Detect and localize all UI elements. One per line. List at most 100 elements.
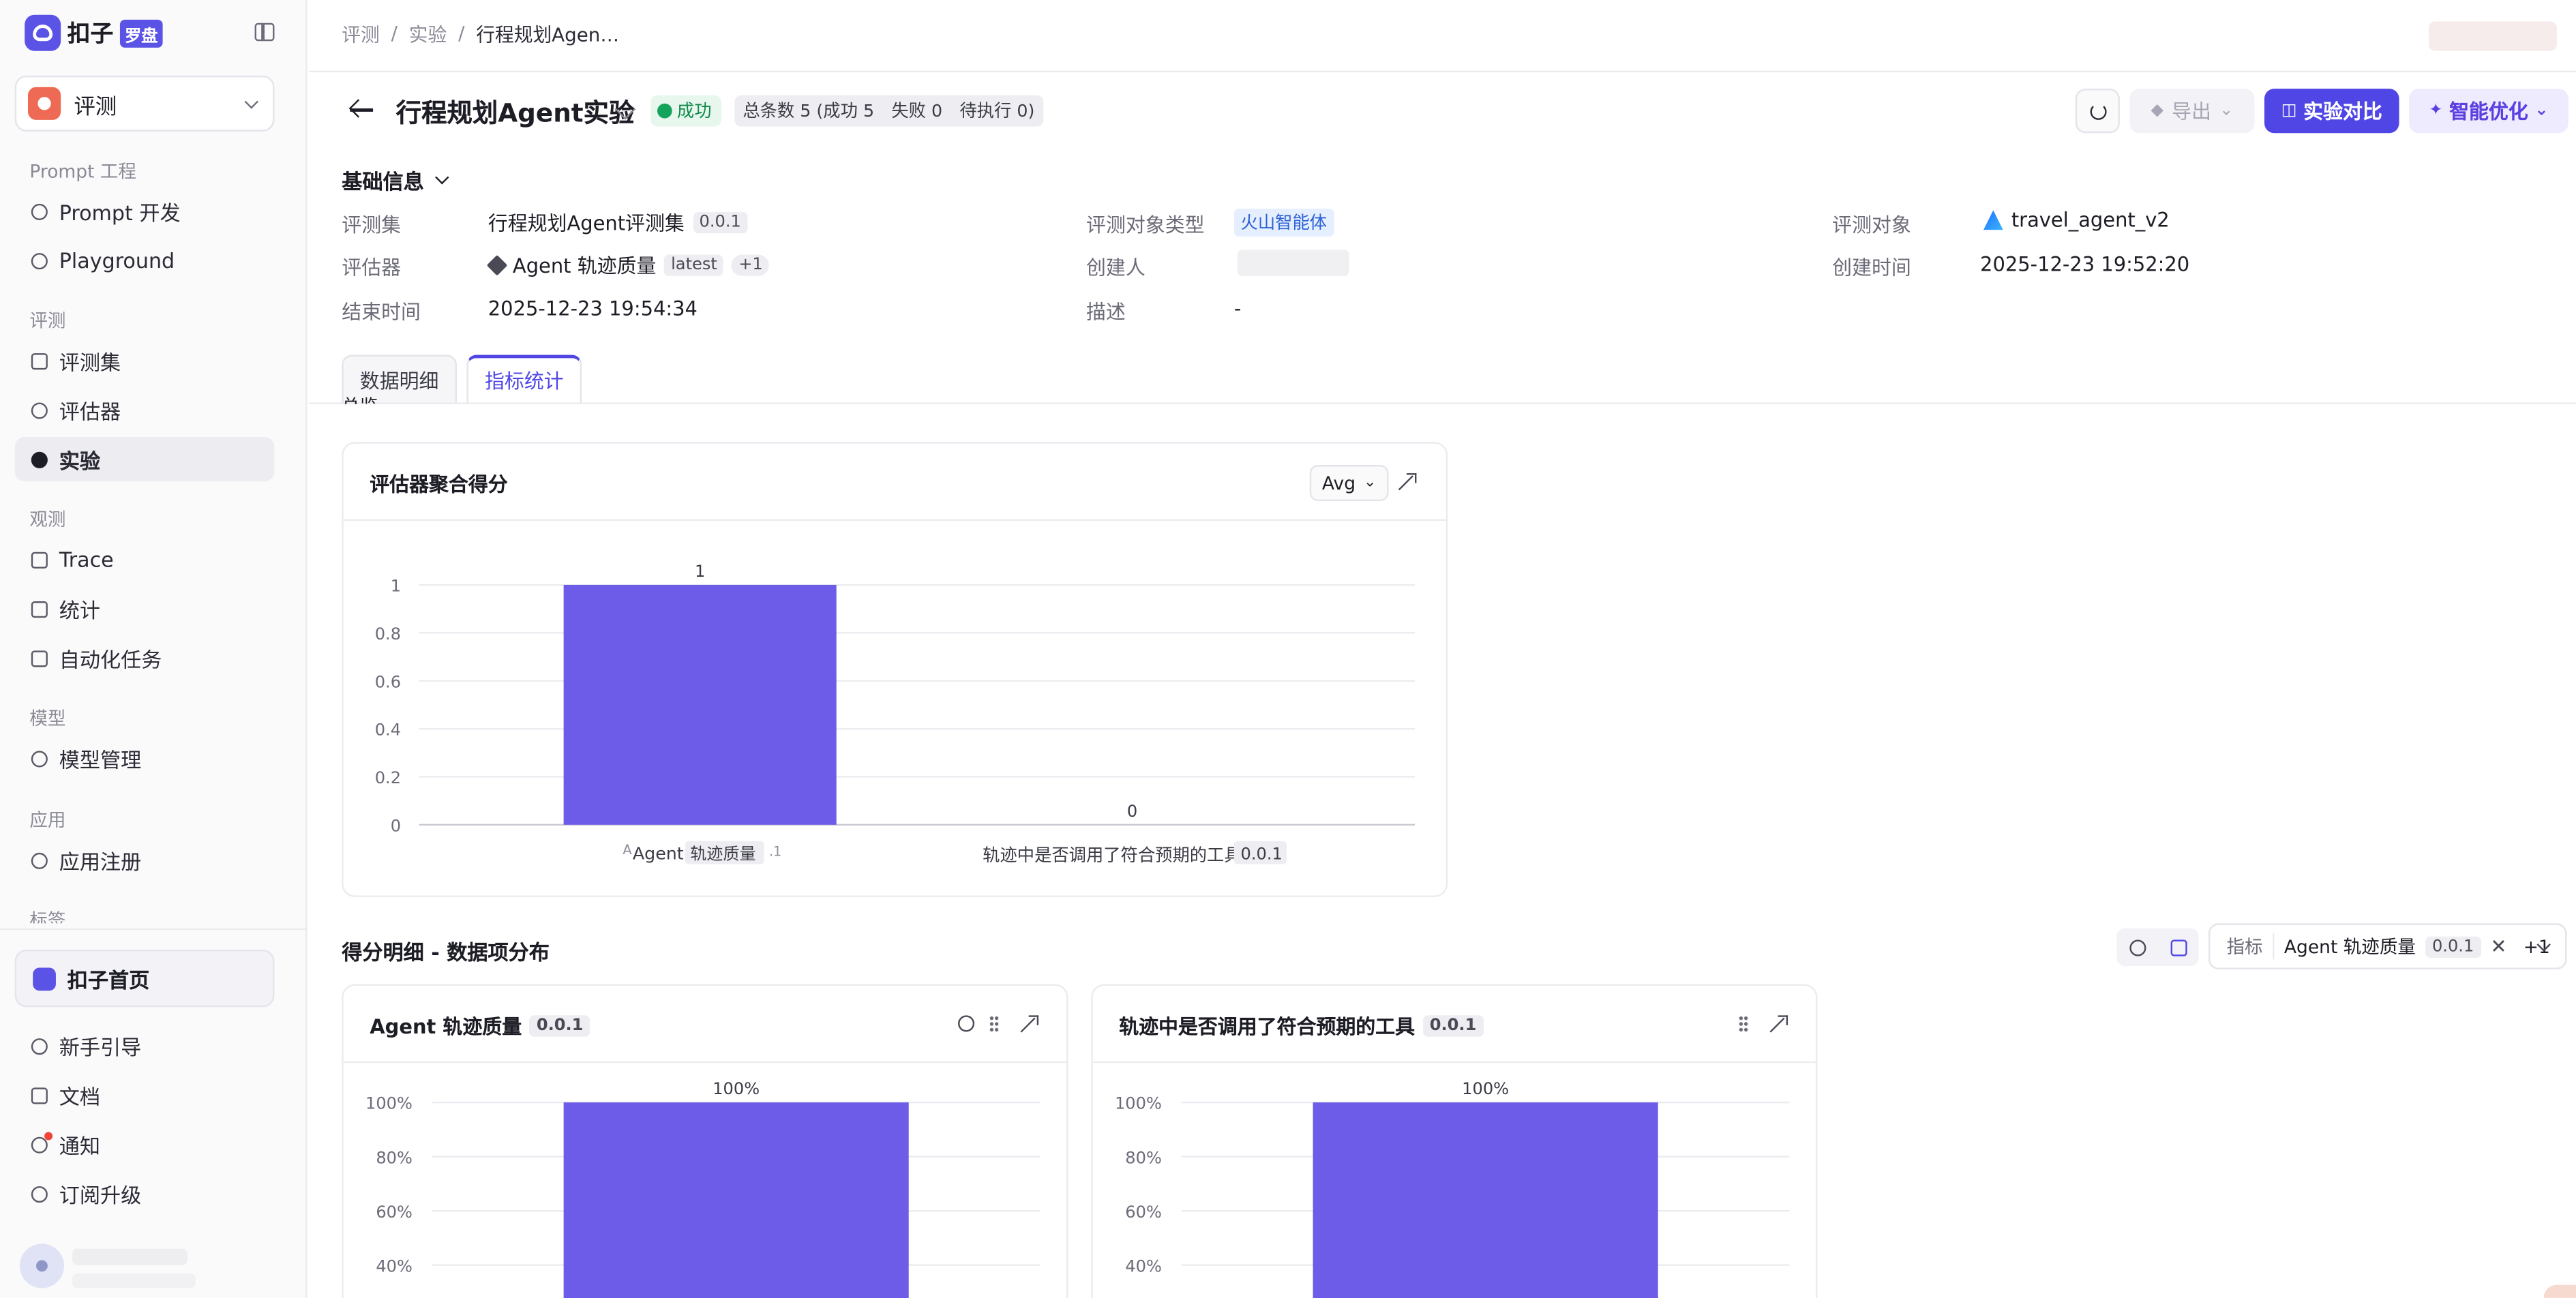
notification-dot <box>44 1132 53 1141</box>
refresh-button[interactable] <box>2075 89 2120 134</box>
export-button[interactable]: ◆ 导出 ⌄ <box>2129 89 2255 134</box>
database-icon <box>31 352 48 369</box>
breadcrumb-experiment[interactable]: 实验 <box>409 21 447 48</box>
target-type-label: 评测对象类型 <box>1086 213 1205 237</box>
metric-filter-select[interactable]: 指标 Agent 轨迹质量 0.0.1 ✕ +1 <box>2208 923 2567 969</box>
clear-icon[interactable]: ✕ <box>2490 935 2506 958</box>
version-tag: 0.0.1 <box>692 211 748 234</box>
ended-time-label: 结束时间 <box>342 301 421 324</box>
sidebar-item-auto-task[interactable]: 自动化任务 <box>15 636 275 680</box>
y-tick-label: 0.4 <box>375 721 401 740</box>
sidebar-item-label: 自动化任务 <box>59 647 162 672</box>
version-tag: latest <box>664 254 724 276</box>
sidebar-item-eval-set[interactable]: 评测集 <box>15 338 275 382</box>
info-icon[interactable] <box>958 1015 975 1032</box>
pie-view-icon[interactable] <box>2129 939 2146 956</box>
card-title: Agent 轨迹质量 0.0.1 <box>370 1012 590 1040</box>
y-tick-label: 40% <box>1125 1256 1162 1276</box>
aggregate-bar-chart: 0 0.2 0.4 0.6 0.8 1 1 0 A Agent 轨迹质量 .1 轨迹中是否调用了符合预期… <box>375 562 1416 865</box>
sidebar-item-upgrade[interactable]: 订阅升级 <box>15 1171 275 1216</box>
y-tick-label: 100% <box>1115 1094 1162 1113</box>
breadcrumb-separator: / <box>391 21 398 45</box>
sparkle-icon <box>31 1185 48 1202</box>
evaluator-icon <box>486 254 508 276</box>
sidebar-item-app-register[interactable]: 应用注册 <box>15 838 275 882</box>
optimize-button[interactable]: ✦ 智能优化 ⌄ <box>2409 89 2568 134</box>
y-tick-label: 60% <box>376 1203 413 1222</box>
drag-handle-icon[interactable] <box>1738 1015 1749 1032</box>
evaluator-icon <box>31 402 48 419</box>
diamond-icon: ◆ <box>2151 102 2164 120</box>
distribution-bar-chart-2: 40% 60% 80% 100% 100% <box>1115 1079 1790 1298</box>
sidebar-item-evaluator[interactable]: 评估器 <box>15 388 275 432</box>
metric-filter-value: Agent 轨迹质量 <box>2283 936 2416 959</box>
sidebar-item-label: Playground <box>59 247 175 273</box>
metric-filter-label: 指标 <box>2227 933 2275 960</box>
export-label: 导出 <box>2172 100 2212 123</box>
tab-metrics[interactable]: 指标统计 <box>466 354 582 404</box>
status-text: 成功 <box>676 102 712 122</box>
sidebar-item-guide[interactable]: 新手引导 <box>15 1023 275 1068</box>
breadcrumb-eval[interactable]: 评测 <box>342 21 379 48</box>
sidebar-item-label: 评测集 <box>59 350 121 375</box>
sidebar-item-trace[interactable]: Trace <box>15 537 275 582</box>
sidebar-item-stats[interactable]: 统计 <box>15 586 275 631</box>
more-count-badge[interactable]: +1 <box>732 254 770 276</box>
sidebar-collapse-icon[interactable] <box>254 22 275 42</box>
y-tick-label: 80% <box>1125 1148 1162 1167</box>
aggregation-select[interactable]: Avg ⌄ <box>1309 465 1389 502</box>
user-email-redacted <box>72 1273 196 1288</box>
y-tick-label: 0.2 <box>375 768 401 787</box>
sidebar-item-experiment[interactable]: 实验 <box>14 437 275 482</box>
app-cube-icon <box>31 851 48 869</box>
breadcrumb: 评测 / 实验 / 行程规划Agen… <box>342 21 619 48</box>
nav-group-prompt: Prompt 工程 <box>29 161 136 183</box>
chevron-down-icon <box>244 95 258 109</box>
space-selector[interactable]: 评测 <box>14 75 275 132</box>
space-avatar-icon <box>27 87 61 120</box>
expand-icon[interactable] <box>1770 1015 1788 1033</box>
main-content: 评测 / 实验 / 行程规划Agen… 行程规划Agent实验 成功 总条数 5… <box>309 0 2576 1298</box>
eval-set-value[interactable]: 行程规划Agent评测集 0.0.1 <box>488 209 748 237</box>
basic-info-title: 基础信息 <box>342 169 424 194</box>
breadcrumb-separator: / <box>458 21 465 45</box>
distribution-section-title: 得分明细 - 数据项分布 <box>342 939 550 965</box>
aggregate-score-card: 评估器聚合得分 Avg ⌄ 0 0.2 0.4 0.6 0.8 1 1 0 A Agent 轨迹质量… <box>342 442 1448 897</box>
home-button[interactable]: 扣子首页 <box>14 949 275 1008</box>
nav-group-tag: 标签 <box>29 910 66 924</box>
target-label: 评测对象 <box>1832 213 1911 237</box>
sidebar-item-label: 新手引导 <box>59 1035 142 1060</box>
refresh-icon <box>2089 102 2106 119</box>
nav-group-observe: 观测 <box>29 509 66 531</box>
app-logo[interactable]: 扣子 罗盘 <box>25 14 163 51</box>
data-label: 1 <box>695 562 705 581</box>
version-tag: 0.0.1 <box>530 1015 590 1037</box>
sidebar-item-label: 统计 <box>59 598 101 623</box>
drag-handle-icon[interactable] <box>989 1015 1000 1032</box>
basic-info-toggle[interactable]: 基础信息 <box>342 164 449 196</box>
target-value[interactable]: travel_agent_v2 <box>1983 209 2170 232</box>
expand-icon[interactable] <box>1021 1015 1039 1033</box>
home-label: 扣子首页 <box>67 967 150 993</box>
creator-label: 创建人 <box>1086 256 1145 280</box>
breadcrumb-current: 行程规划Agen… <box>476 22 620 46</box>
bar-view-icon[interactable] <box>2170 939 2187 956</box>
user-avatar[interactable] <box>19 1243 64 1288</box>
chevron-down-icon <box>435 170 449 185</box>
created-time-value: 2025-12-23 19:52:20 <box>1980 253 2190 276</box>
back-arrow-icon[interactable] <box>348 99 375 122</box>
sidebar-item-prompt-dev[interactable]: Prompt 开发 <box>15 189 275 233</box>
sidebar-item-docs[interactable]: 文档 <box>15 1073 275 1117</box>
sidebar-item-playground[interactable]: Playground <box>15 238 275 282</box>
created-time-label: 创建时间 <box>1832 256 1911 280</box>
evaluator-value[interactable]: Agent 轨迹质量 latest +1 <box>486 252 770 280</box>
task-icon <box>31 650 48 667</box>
target-name: travel_agent_v2 <box>2011 209 2170 232</box>
aggregation-value: Avg <box>1321 472 1356 494</box>
expand-icon[interactable] <box>1398 473 1417 491</box>
floating-helper-icon[interactable] <box>2543 1284 2576 1298</box>
eval-set-name: 行程规划Agent评测集 <box>488 211 685 235</box>
sidebar-item-notify[interactable]: 通知 <box>15 1122 275 1166</box>
sidebar-item-model-mgmt[interactable]: 模型管理 <box>15 736 275 781</box>
compare-button[interactable]: ◫ 实验对比 <box>2264 89 2399 134</box>
